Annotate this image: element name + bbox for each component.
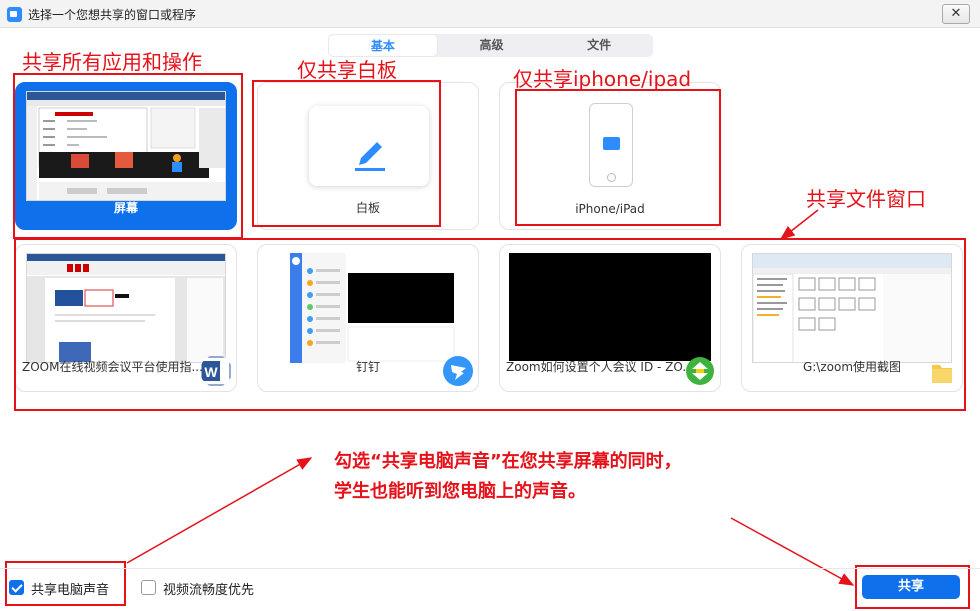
share-button[interactable]: 共享 bbox=[862, 575, 960, 599]
bottom-divider bbox=[0, 568, 980, 569]
window-title: 选择一个您想共享的窗口或程序 bbox=[28, 8, 197, 22]
arrow-to-share bbox=[730, 517, 855, 586]
annotation-iphone: 仅共享iphone/ipad bbox=[513, 67, 692, 91]
arrow-to-audio bbox=[126, 457, 313, 564]
tab-basic[interactable]: 基本 bbox=[329, 35, 437, 56]
annotation-box-iphone bbox=[515, 89, 721, 226]
annotation-screen: 共享所有应用和操作 bbox=[22, 50, 202, 74]
share-audio-label[interactable]: 共享电脑声音 bbox=[31, 579, 109, 598]
share-audio-checkbox[interactable] bbox=[9, 580, 24, 595]
annotation-audio-line1: 勾选“共享电脑声音”在您共享屏幕的同时， bbox=[334, 451, 682, 472]
annotation-box-whiteboard bbox=[252, 80, 441, 227]
annotation-whiteboard: 仅共享白板 bbox=[297, 58, 397, 82]
arrow-to-windows bbox=[779, 209, 819, 240]
annotation-windows: 共享文件窗口 bbox=[806, 187, 926, 211]
video-optimize-label[interactable]: 视频流畅度优先 bbox=[163, 579, 254, 598]
close-button[interactable]: ✕ bbox=[942, 4, 970, 24]
annotation-box-windows bbox=[14, 238, 966, 411]
annotation-box-screen bbox=[13, 73, 243, 239]
video-optimize-checkbox[interactable] bbox=[141, 580, 156, 595]
title-bar: 选择一个您想共享的窗口或程序 ✕ bbox=[0, 0, 980, 28]
zoom-app-icon bbox=[7, 7, 22, 22]
annotation-audio-line2: 学生也能听到您电脑上的声音。 bbox=[334, 481, 586, 502]
tab-files[interactable]: 文件 bbox=[545, 34, 653, 57]
tab-advanced[interactable]: 高级 bbox=[438, 34, 546, 57]
